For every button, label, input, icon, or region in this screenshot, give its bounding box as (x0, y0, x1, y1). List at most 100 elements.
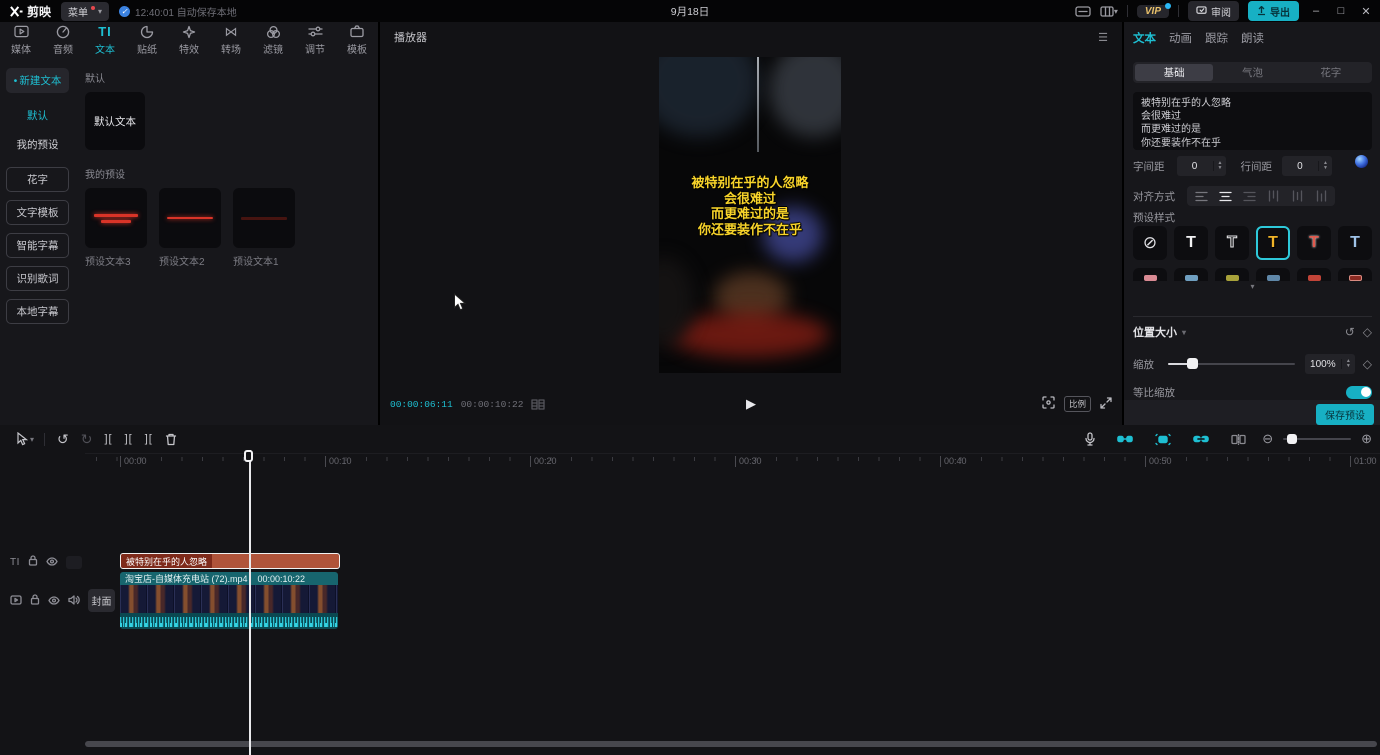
eye-icon[interactable] (48, 592, 60, 610)
zoom-in-icon[interactable]: ⊕ (1361, 431, 1372, 447)
vip-badge[interactable]: VIP (1137, 5, 1169, 18)
timeline-zoom-handle[interactable] (1287, 434, 1297, 444)
segment-bubble[interactable]: 气泡 (1213, 64, 1291, 81)
decrease-icon[interactable]: ▼ (1346, 364, 1351, 369)
select-tool-chevron[interactable]: ▾ (30, 435, 34, 444)
video-clip[interactable]: 淘宝店-自媒体充电站 (72).mp4 00:00:10:22 (120, 572, 338, 629)
shortcut-keys-icon[interactable] (1075, 6, 1091, 17)
style-none-swatch[interactable]: ⊘ (1133, 226, 1167, 260)
eye-icon[interactable] (46, 553, 58, 571)
style-yellow-swatch[interactable]: T (1256, 226, 1290, 260)
timeline-zoom-slider[interactable] (1283, 438, 1351, 440)
record-voiceover-icon[interactable] (1079, 432, 1101, 446)
maximize-button[interactable]: □ (1333, 5, 1349, 17)
keyframe-diamond-icon[interactable]: ◇ (1363, 357, 1372, 371)
tab-audio[interactable]: 音频 (42, 22, 84, 58)
timeline-ruler[interactable]: 00:00 00:10 00:20 00:30 00:40 00:50 01:0… (85, 453, 1380, 468)
scale-value-stepper[interactable]: 100% ▲▼ (1305, 354, 1355, 374)
cover-button[interactable]: 封面 (88, 589, 115, 612)
sidebar-item-text-template[interactable]: 文字模板 (6, 200, 69, 225)
video-preview[interactable]: 被特别在乎的人忽略 会很难过 而更难过的是 你还要装作不在乎 (659, 57, 841, 373)
style-outline-swatch[interactable]: T (1215, 226, 1249, 260)
review-button[interactable]: 审阅 (1188, 1, 1239, 21)
style-swatch-partial[interactable] (1297, 268, 1331, 281)
frame-view-icon[interactable] (531, 399, 545, 410)
text-content-input[interactable]: 被特别在乎的人忽略 会很难过 而更难过的是 你还要装作不在乎 (1133, 92, 1372, 150)
delete-button[interactable] (159, 433, 183, 446)
tab-animation[interactable]: 动画 (1169, 30, 1192, 46)
layout-icon[interactable]: ▾ (1100, 6, 1118, 17)
auto-snap-icon[interactable] (1149, 433, 1177, 446)
style-swatch-partial[interactable] (1215, 268, 1249, 281)
keyframe-diamond-icon[interactable]: ◇ (1363, 325, 1372, 339)
style-blue-swatch[interactable]: T (1338, 226, 1372, 260)
align-middle-vertical-icon[interactable] (1285, 188, 1309, 204)
tab-text-props[interactable]: 文本 (1133, 30, 1156, 46)
aspect-ratio-button[interactable]: 比例 (1064, 396, 1091, 412)
playhead-line[interactable] (249, 450, 251, 755)
default-text-card[interactable]: 默认文本 (85, 92, 145, 150)
sidebar-item-lyrics-recognition[interactable]: 识别歌词 (6, 266, 69, 291)
tab-transition[interactable]: ⋈转场 (210, 22, 252, 58)
preset-text-card[interactable]: 预设文本3 (85, 188, 147, 268)
scale-slider[interactable] (1168, 363, 1295, 365)
align-top-vertical-icon[interactable] (1261, 188, 1285, 204)
align-left-icon[interactable] (1189, 188, 1213, 204)
preset-text-card[interactable]: 预设文本1 (233, 188, 295, 268)
sidebar-item-new-text[interactable]: •新建文本 (6, 68, 69, 93)
align-bottom-vertical-icon[interactable] (1309, 188, 1333, 204)
minimize-button[interactable]: – (1308, 5, 1324, 17)
uniform-scale-toggle[interactable] (1346, 386, 1372, 399)
align-center-icon[interactable] (1213, 188, 1237, 204)
fullscreen-icon[interactable] (1100, 397, 1112, 412)
tab-sticker[interactable]: 贴纸 (126, 22, 168, 58)
sidebar-item-local-subtitle[interactable]: 本地字幕 (6, 299, 69, 324)
delete-left-button[interactable]: ][ (119, 433, 139, 445)
preset-text-card[interactable]: 预设文本2 (159, 188, 221, 268)
undo-button[interactable]: ↺ (51, 431, 75, 448)
text-clip[interactable]: 被特别在乎的人忽略 (120, 553, 340, 569)
letter-spacing-stepper[interactable]: 0 ▲▼ (1177, 156, 1227, 176)
segment-fancy[interactable]: 花字 (1292, 64, 1370, 81)
line-spacing-stepper[interactable]: 0 ▲▼ (1282, 156, 1332, 176)
tab-effects[interactable]: 特效 (168, 22, 210, 58)
horizontal-scrollbar[interactable] (85, 741, 1377, 747)
player-menu-icon[interactable]: ☰ (1098, 31, 1108, 44)
scale-slider-handle[interactable] (1187, 358, 1198, 369)
collapse-section-chevron[interactable]: ▾ (1182, 328, 1186, 337)
tab-read-aloud[interactable]: 朗读 (1241, 30, 1264, 46)
full-clip-focus-icon[interactable] (1042, 396, 1055, 412)
delete-right-button[interactable]: ][ (139, 433, 159, 445)
lock-icon[interactable] (30, 592, 40, 610)
sidebar-item-default[interactable]: 默认 (0, 101, 75, 130)
style-red-swatch[interactable]: T (1297, 226, 1331, 260)
style-swatch-partial[interactable] (1338, 268, 1372, 281)
reset-icon[interactable]: ↺ (1345, 325, 1355, 339)
zoom-out-icon[interactable]: ⊖ (1262, 431, 1273, 447)
tab-text[interactable]: TI文本 (84, 22, 126, 58)
main-track-magnet-icon[interactable] (1111, 433, 1139, 445)
segment-basic[interactable]: 基础 (1135, 64, 1213, 81)
lock-icon[interactable] (28, 553, 38, 571)
export-button[interactable]: 导出 (1248, 1, 1299, 21)
tab-filter[interactable]: 滤镜 (252, 22, 294, 58)
close-button[interactable]: ✕ (1358, 5, 1374, 18)
tab-media[interactable]: 媒体 (0, 22, 42, 58)
decrease-icon[interactable]: ▼ (1218, 166, 1223, 171)
align-right-icon[interactable] (1237, 188, 1261, 204)
tab-template[interactable]: 模板 (336, 22, 378, 58)
linkage-icon[interactable] (1187, 434, 1215, 444)
tab-adjust[interactable]: 调节 (294, 22, 336, 58)
style-swatch-partial[interactable] (1133, 268, 1167, 281)
sidebar-item-fancy-text[interactable]: 花字 (6, 167, 69, 192)
expand-presets-chevron[interactable]: ▾ (1250, 282, 1254, 291)
preview-axis-icon[interactable] (1225, 434, 1252, 445)
tab-tracking[interactable]: 跟踪 (1205, 30, 1228, 46)
sidebar-item-smart-subtitle[interactable]: 智能字幕 (6, 233, 69, 258)
play-button[interactable]: ▶ (746, 396, 756, 412)
menu-button[interactable]: 菜单 ▾ (61, 2, 109, 21)
style-white-swatch[interactable]: T (1174, 226, 1208, 260)
decrease-icon[interactable]: ▼ (1323, 166, 1328, 171)
speaker-icon[interactable] (68, 592, 80, 610)
save-preset-button[interactable]: 保存预设 (1316, 404, 1374, 425)
